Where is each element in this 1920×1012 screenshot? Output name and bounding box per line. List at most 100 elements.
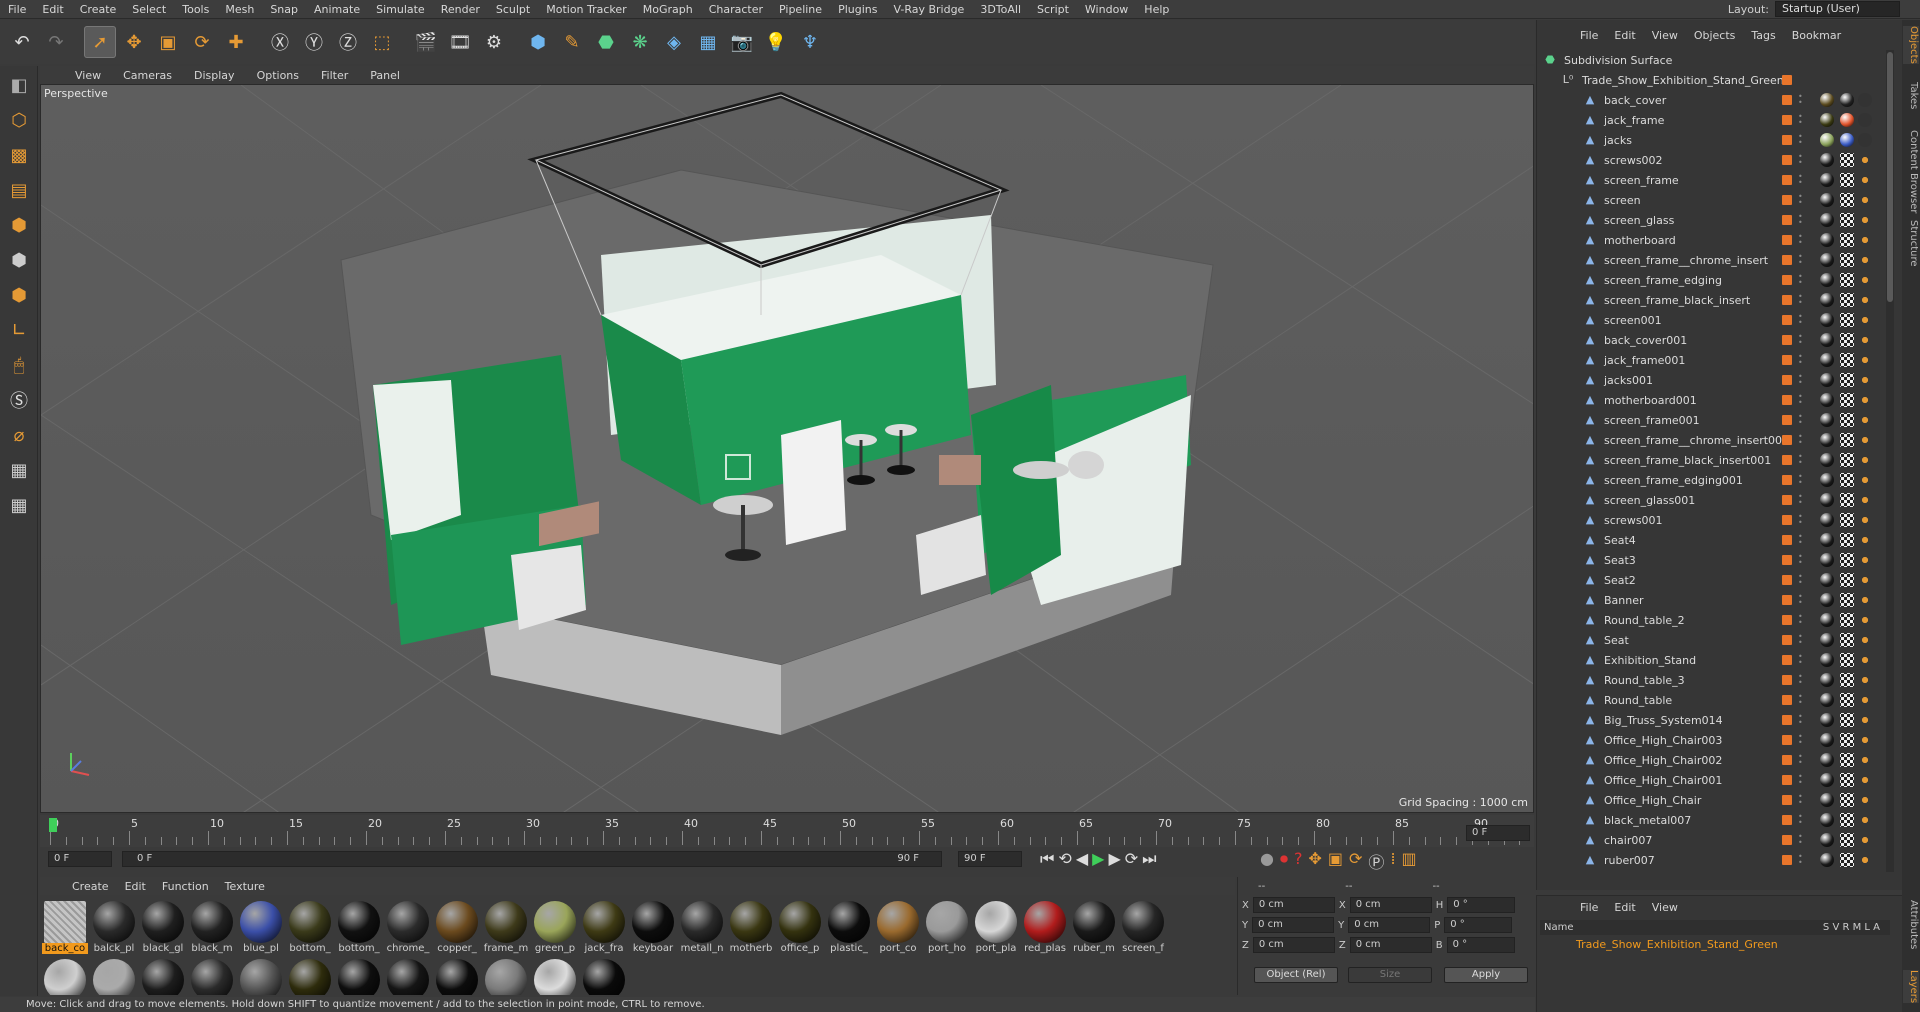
coord-pos-field[interactable]: 0 cm: [1252, 897, 1335, 913]
material-tag-icon[interactable]: [1820, 533, 1834, 547]
move-tool-icon[interactable]: ✥: [118, 26, 150, 58]
material-swatch[interactable]: [434, 959, 480, 995]
visibility-dots[interactable]: • •: [1798, 173, 1804, 187]
autokey-icon[interactable]: ⏺: [1280, 849, 1288, 873]
visibility-dots[interactable]: • •: [1798, 633, 1804, 647]
material-menu-edit[interactable]: Edit: [117, 880, 154, 893]
material-tag-icon[interactable]: [1820, 633, 1834, 647]
menu-file[interactable]: File: [0, 0, 34, 19]
texture-tag-icon[interactable]: [1840, 453, 1854, 467]
phong-tag-icon[interactable]: [1858, 313, 1872, 327]
object-list[interactable]: ⬣ Subdivision Surface L⁰ Trade_Show_Exhibit…: [1536, 50, 1886, 872]
object-row[interactable]: ▲ Seat2 • •: [1536, 570, 1886, 590]
recent-tool-icon[interactable]: ✚: [220, 26, 252, 58]
viewport-menu-panel[interactable]: Panel: [359, 69, 411, 82]
render-view-icon[interactable]: 🎬: [410, 26, 442, 58]
menu-mograph[interactable]: MoGraph: [635, 0, 701, 19]
object-row[interactable]: ▲ screen_glass001 • •: [1536, 490, 1886, 510]
material-tag-icon[interactable]: [1820, 453, 1834, 467]
texture-tag-icon[interactable]: [1840, 813, 1854, 827]
object-row[interactable]: ▲ ruber007 • •: [1536, 850, 1886, 870]
prev-frame-icon[interactable]: ◀: [1076, 849, 1088, 869]
tweak-mode-icon[interactable]: 🖱: [3, 349, 35, 381]
menu-mesh[interactable]: Mesh: [217, 0, 262, 19]
object-row[interactable]: ▲ jacks • •: [1536, 130, 1886, 150]
render-settings-icon[interactable]: ⚙: [478, 26, 510, 58]
python-icon[interactable]: ♆: [794, 26, 826, 58]
workplane-icon[interactable]: ▤: [3, 174, 35, 206]
material-tag-icon[interactable]: [1820, 413, 1834, 427]
menu-plugins[interactable]: Plugins: [830, 0, 885, 19]
magnet-icon[interactable]: ⌀: [3, 419, 35, 451]
menu-script[interactable]: Script: [1029, 0, 1077, 19]
material-tag-icon[interactable]: [1820, 553, 1834, 567]
material-tag-icon[interactable]: [1820, 713, 1834, 727]
material-swatch[interactable]: [385, 959, 431, 995]
visibility-dots[interactable]: • •: [1798, 113, 1804, 127]
material-swatch[interactable]: motherb: [728, 901, 774, 954]
visibility-dots[interactable]: • •: [1798, 513, 1804, 527]
visibility-dots[interactable]: • •: [1798, 773, 1804, 787]
material-tag-icon[interactable]: [1820, 653, 1834, 667]
timeline-ruler[interactable]: 051015202530354045505560657075808590: [40, 815, 1534, 847]
perspective-viewport[interactable]: [40, 84, 1534, 813]
object-row[interactable]: ▲ Big_Truss_System014 • •: [1536, 710, 1886, 730]
material-tag-icon[interactable]: [1820, 273, 1834, 287]
texture-mode-icon[interactable]: ▩: [3, 139, 35, 171]
material-swatch[interactable]: screen_f: [1120, 901, 1166, 954]
texture-tag-icon[interactable]: [1840, 493, 1854, 507]
material-swatch[interactable]: [287, 959, 333, 995]
texture-tag-icon[interactable]: [1840, 673, 1854, 687]
material-tag-icon[interactable]: [1820, 293, 1834, 307]
object-row[interactable]: ▲ screen_frame_black_insert001 • •: [1536, 450, 1886, 470]
y-axis-icon[interactable]: Ⓨ: [298, 26, 330, 58]
phong-tag-icon[interactable]: [1858, 253, 1872, 267]
texture-tag-icon[interactable]: [1840, 593, 1854, 607]
apply-button[interactable]: Apply: [1444, 967, 1528, 983]
rotate-tool-icon[interactable]: ⟳: [186, 26, 218, 58]
viewport-menu-cameras[interactable]: Cameras: [112, 69, 183, 82]
layer-menu-view[interactable]: View: [1644, 901, 1686, 914]
material-tag-icon[interactable]: [1820, 753, 1834, 767]
visibility-dots[interactable]: • •: [1798, 853, 1804, 867]
texture-tag-icon[interactable]: [1840, 633, 1854, 647]
visibility-dots[interactable]: • •: [1798, 413, 1804, 427]
material-swatch[interactable]: [140, 959, 186, 995]
phong-tag-icon[interactable]: [1858, 773, 1872, 787]
material-swatch[interactable]: ruber_m: [1071, 901, 1117, 954]
phong-tag-icon[interactable]: [1858, 293, 1872, 307]
phong-tag-icon[interactable]: [1858, 393, 1872, 407]
phong-tag-icon[interactable]: [1858, 853, 1872, 867]
object-row[interactable]: ▲ chair007 • •: [1536, 830, 1886, 850]
phong-tag-icon[interactable]: [1858, 493, 1872, 507]
object-row[interactable]: ▲ screen_frame_edging • •: [1536, 270, 1886, 290]
visibility-dots[interactable]: • •: [1798, 833, 1804, 847]
object-menu-edit[interactable]: Edit: [1606, 29, 1643, 42]
start-frame-field[interactable]: 0 F: [48, 851, 112, 867]
visibility-dots[interactable]: • •: [1798, 273, 1804, 287]
phong-tag-icon[interactable]: [1858, 193, 1872, 207]
material-swatch[interactable]: bottom_: [336, 901, 382, 954]
coord-pos-field[interactable]: 0 cm: [1252, 937, 1335, 953]
mograph-cloner-icon[interactable]: ❋: [624, 26, 656, 58]
material-tag-icon[interactable]: [1820, 173, 1834, 187]
layout-dropdown[interactable]: Startup (User): [1775, 1, 1900, 17]
phong-tag-icon[interactable]: [1858, 453, 1872, 467]
material-swatch[interactable]: port_pla: [973, 901, 1019, 954]
texture-tag-icon[interactable]: [1840, 253, 1854, 267]
visibility-dots[interactable]: • •: [1798, 253, 1804, 267]
phong-tag-icon[interactable]: [1858, 413, 1872, 427]
edges-mode-icon[interactable]: ⬢: [3, 244, 35, 276]
material-tag-icon[interactable]: [1820, 333, 1834, 347]
goto-end-icon[interactable]: ⏭: [1142, 849, 1156, 869]
material-swatch[interactable]: office_p: [777, 901, 823, 954]
material-tag-icon[interactable]: [1820, 213, 1834, 227]
texture-tag-icon[interactable]: [1840, 653, 1854, 667]
object-row[interactable]: ▲ motherboard • •: [1536, 230, 1886, 250]
menu-help[interactable]: Help: [1136, 0, 1177, 19]
material-tag-icon[interactable]: [1820, 353, 1834, 367]
material-swatch[interactable]: black_m: [189, 901, 235, 954]
phong-tag-icon[interactable]: [1858, 273, 1872, 287]
phong-tag-icon[interactable]: [1858, 793, 1872, 807]
material-swatch[interactable]: copper_: [434, 901, 480, 954]
